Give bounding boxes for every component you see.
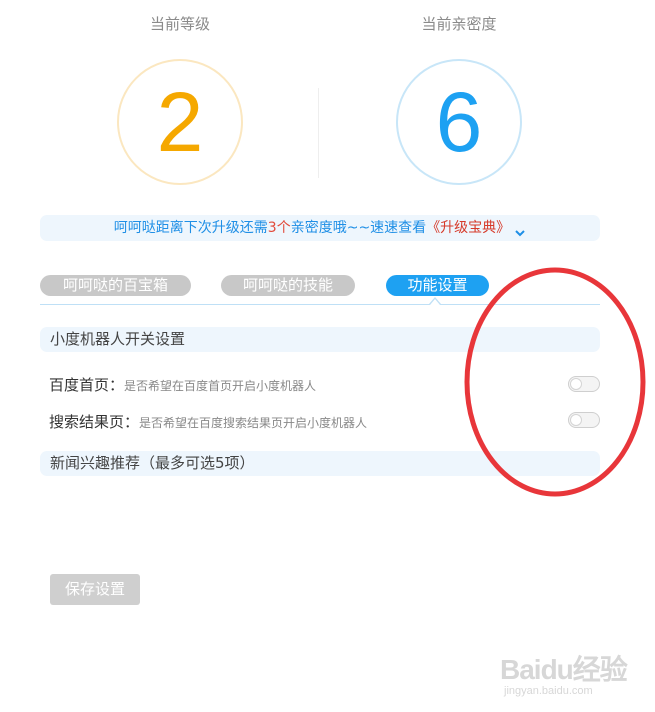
watermark-main: Baidu经验 bbox=[500, 654, 628, 685]
intimacy-value: 6 bbox=[435, 75, 483, 169]
stats-divider bbox=[318, 88, 319, 178]
tab-treasure-box[interactable]: 呵呵哒的百宝箱 bbox=[40, 275, 191, 296]
annotation-ellipse bbox=[464, 267, 646, 497]
homepage-desc: 是否希望在百度首页开启小度机器人 bbox=[124, 379, 317, 393]
search-results-label: 搜索结果页： bbox=[49, 413, 140, 431]
intimacy-circle: 6 bbox=[396, 59, 522, 185]
intimacy-label: 当前亲密度 bbox=[421, 15, 497, 33]
upgrade-guide-link[interactable]: 《升级宝典》 bbox=[426, 220, 510, 236]
chevron-down-icon[interactable] bbox=[514, 222, 526, 237]
search-results-desc: 是否希望在百度搜索结果页开启小度机器人 bbox=[139, 416, 368, 430]
homepage-label: 百度首页： bbox=[49, 376, 125, 394]
notice-middle: 亲密度哦~~速速查看 bbox=[290, 220, 427, 236]
baidu-watermark: Baidu经验 jingyan.baidu.com bbox=[500, 648, 630, 697]
setting-row-homepage: 百度首页：是否希望在百度首页开启小度机器人 bbox=[49, 374, 316, 395]
active-tab-caret-inner bbox=[430, 299, 440, 305]
level-value: 2 bbox=[156, 75, 204, 169]
level-label: 当前等级 bbox=[149, 15, 210, 33]
tab-skills[interactable]: 呵呵哒的技能 bbox=[221, 275, 355, 296]
notice-count: 3个 bbox=[267, 220, 291, 236]
setting-row-search-results: 搜索结果页：是否希望在百度搜索结果页开启小度机器人 bbox=[49, 411, 367, 432]
notice-prefix: 呵呵哒距离下次升级还需 bbox=[113, 220, 268, 236]
level-circle: 2 bbox=[117, 59, 243, 185]
save-button[interactable]: 保存设置 bbox=[50, 574, 140, 605]
upgrade-notice: 呵呵哒距离下次升级还需3个亲密度哦~~速速查看《升级宝典》 bbox=[40, 215, 600, 241]
